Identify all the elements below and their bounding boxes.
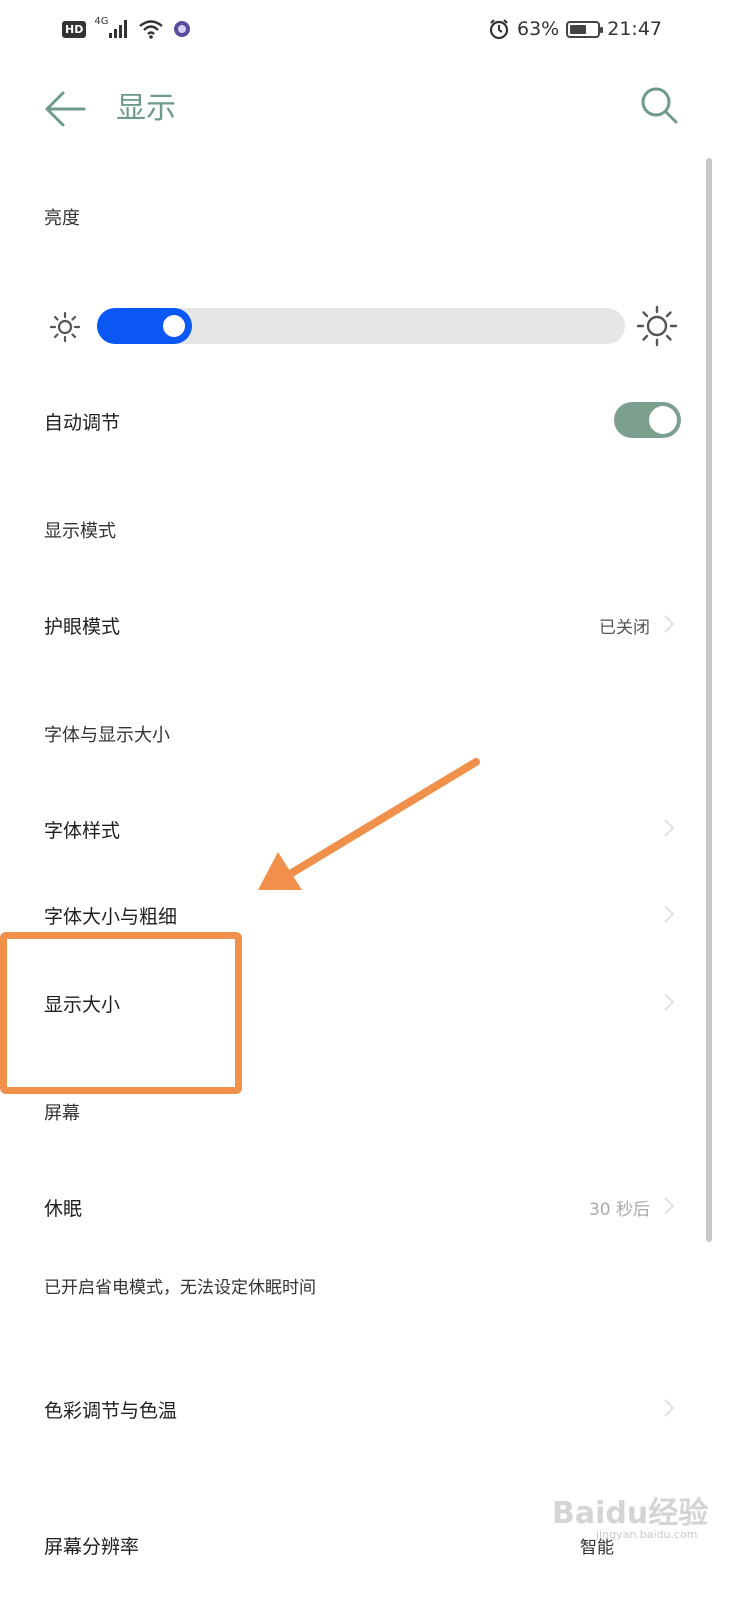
signal-icon — [109, 20, 128, 38]
hd-icon: HD — [62, 20, 87, 38]
battery-level — [570, 24, 587, 34]
chevron-right-icon — [664, 905, 675, 923]
watermark-logo: Baidu经验 — [552, 1496, 709, 1531]
battery-percent: 63% — [517, 18, 560, 40]
auto-brightness-label: 自动调节 — [44, 412, 121, 434]
sleep-label: 休眠 — [44, 1198, 83, 1220]
section-brightness: 亮度 — [44, 208, 80, 229]
font-size-weight-label: 字体大小与粗细 — [44, 906, 178, 928]
alarm-icon — [489, 19, 509, 40]
auto-brightness-toggle[interactable] — [614, 402, 681, 438]
chevron-right-icon — [664, 1197, 675, 1215]
brightness-slider[interactable] — [97, 308, 625, 344]
font-style-label: 字体样式 — [44, 820, 121, 842]
section-screen: 屏幕 — [44, 1103, 80, 1124]
annotation-arrow-icon — [258, 758, 480, 890]
section-font-display: 字体与显示大小 — [44, 725, 170, 746]
eye-comfort-value: 已关闭 — [599, 618, 650, 638]
sleep-row[interactable]: 休眠 30 秒后 — [0, 1178, 700, 1236]
battery-icon — [566, 20, 604, 38]
annotation-highlight-box — [0, 932, 242, 1094]
color-temperature-label: 色彩调节与色温 — [44, 1400, 178, 1422]
app-notification-icon — [174, 21, 191, 37]
network-type: 4G — [94, 15, 109, 27]
eye-comfort-row[interactable]: 护眼模式 已关闭 — [0, 596, 700, 654]
status-bar-right: 63% 21:47 — [488, 14, 662, 44]
power-saving-hint: 已开启省电模式，无法设定休眠时间 — [44, 1278, 316, 1298]
back-arrow-icon — [45, 91, 86, 127]
page-title: 显示 — [116, 91, 176, 126]
scrollbar[interactable] — [706, 158, 712, 1242]
chevron-right-icon — [664, 1399, 675, 1417]
eye-comfort-label: 护眼模式 — [44, 616, 121, 638]
brightness-slider-thumb[interactable] — [163, 315, 185, 337]
chevron-right-icon — [664, 993, 675, 1011]
status-bar-left: HD 4G — [62, 14, 192, 44]
color-temperature-row[interactable]: 色彩调节与色温 — [0, 1380, 700, 1438]
brightness-low-icon — [49, 311, 81, 343]
battery-tip — [600, 26, 604, 33]
chevron-right-icon — [664, 615, 675, 633]
resolution-label: 屏幕分辨率 — [44, 1536, 140, 1558]
back-button[interactable] — [42, 86, 88, 132]
wifi-icon — [139, 20, 164, 39]
section-display-mode: 显示模式 — [44, 521, 116, 542]
watermark-url: jingyan.baidu.com — [596, 1528, 698, 1541]
sleep-value: 30 秒后 — [588, 1200, 650, 1220]
clock: 21:47 — [607, 18, 662, 40]
search-icon — [641, 87, 678, 124]
chevron-right-icon — [664, 819, 675, 837]
brightness-high-icon — [636, 305, 678, 347]
search-button[interactable] — [638, 84, 682, 128]
toggle-knob — [649, 406, 677, 434]
